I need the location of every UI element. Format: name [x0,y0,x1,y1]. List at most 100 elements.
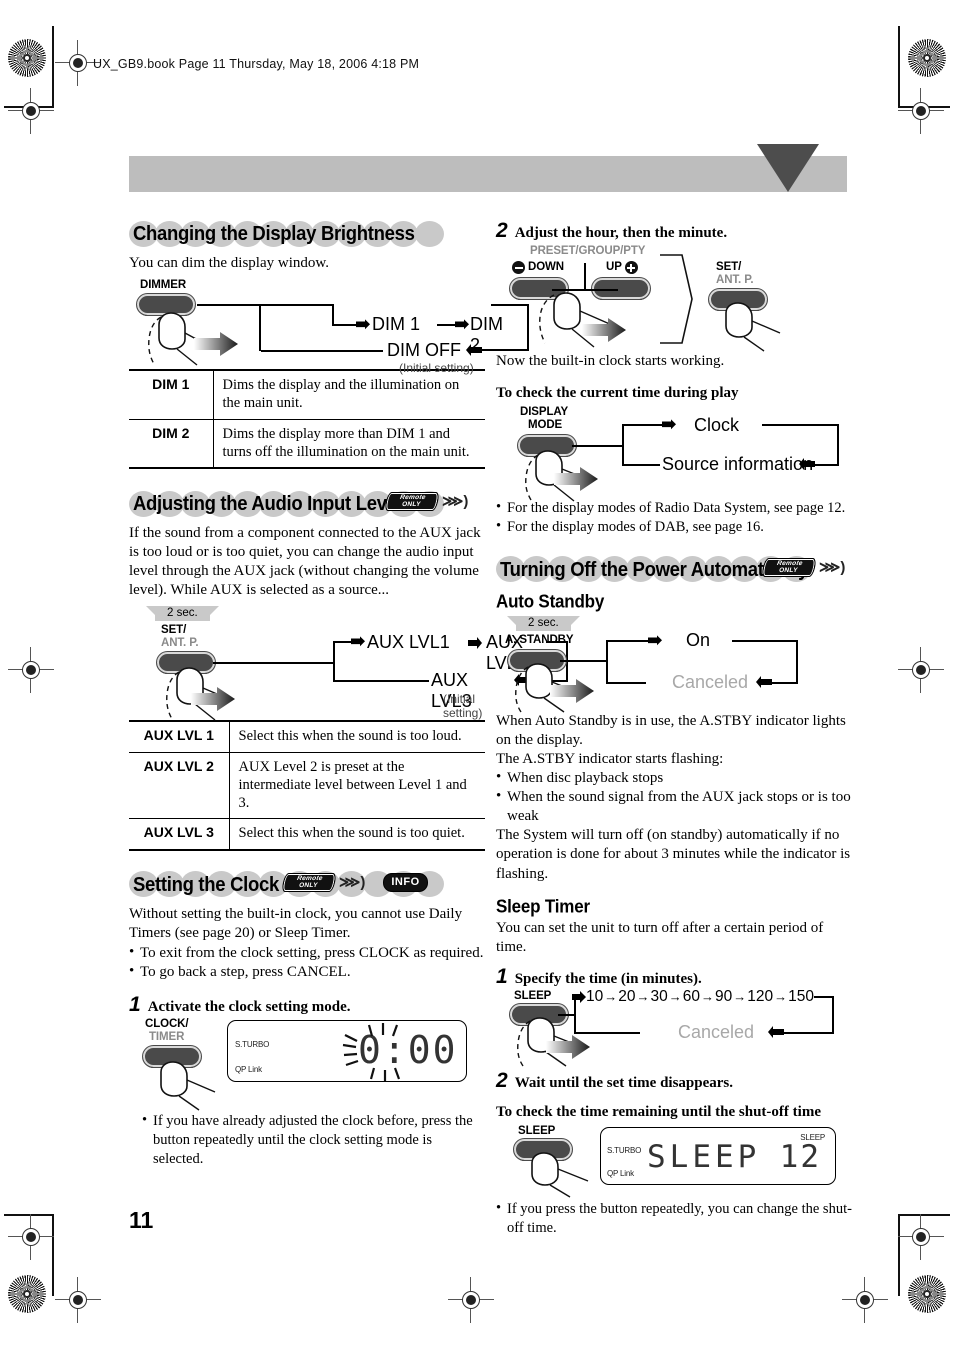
crop-mark-bottom-right-h [898,1214,950,1216]
bubble-decoration [415,220,444,247]
auto-standby-bullets: When disc playback stops When the sound … [496,768,856,827]
sequence-chevron-icon [660,254,693,344]
table-cell-value: Select this when the sound is too loud. [229,720,485,753]
flow-line [796,639,798,684]
flow-line [213,662,335,665]
display-mode-label-line1: DISPLAY [520,406,569,419]
up-label-group: UP [606,261,638,274]
section-heading-changing-display-brightness: Changing the Display Brightness [129,220,485,247]
table-cell-key: DIM 1 [129,369,214,420]
table-row: AUX LVL 1 Select this when the sound is … [129,720,485,753]
initial-setting-note: (Initial setting) [443,692,483,721]
crop-mark-top-right [898,26,900,108]
sleep-check-diagram: SLEEP S.TURBO QP Link SLEEP SLEEP 12 [496,1124,856,1198]
sleep-timer-intro: You can set the unit to turn off after a… [496,919,824,955]
check-shutoff-heading: To check the time remaining until the sh… [496,1103,821,1120]
arrow-up-right-icon [572,990,586,1003]
registration-target-bottom-center [448,1277,494,1323]
flow-state-clock: Clock [694,415,740,436]
heading-badges: Remote ONLY ⋙) [383,492,469,512]
sleep-value: 20 [618,987,636,1005]
flow-line [606,639,652,642]
flow-state-aux-lvl1: AUX LVL1 [367,632,450,653]
step-text: Adjust the hour, then the minute. [514,225,728,241]
section-title: Changing the Display Brightness [133,221,415,245]
flow-line [814,995,834,998]
plus-icon [624,261,638,274]
heading-badges: Remote ONLY ⋙) [760,557,845,577]
motion-arrow-icon [550,678,594,703]
page-banner [129,156,847,192]
section-heading-turning-off-power: Turning Off the Power Automatically Remo… [496,556,856,583]
clock-timer-diagram: CLOCK/ TIMER S.TURBO QP Link 0:00 [129,1018,485,1111]
registration-target-right-middle [898,647,944,693]
arrow-right-icon [356,319,370,330]
manual-page: UX_GB9.book Page 11 Thursday, May 18, 20… [0,0,954,1351]
sleep-value: 90 [715,987,733,1005]
flow-line [333,641,335,665]
display-indicator-qplink: QP Link [607,1168,634,1178]
step-2-clock: 2 Adjust the hour, then the minute. [496,220,856,242]
section-intro: If the sound from a component connected … [129,525,481,599]
sleep-readout-value: 12 [779,1138,821,1175]
flow-line [572,445,624,448]
arrow-left-icon [466,344,482,357]
flow-state-canceled: Canceled [672,671,749,692]
flow-line [197,304,334,307]
aux-level-diagram: 2 sec. SET/ ANT. P. AUX LVL1 AUX LVL2 AU… [129,606,568,721]
registration-starburst-bottom-right [908,1275,946,1313]
flow-line [332,304,334,327]
set-button-label-line2: ANT. P. [716,274,754,286]
sleep-button-label: SLEEP [514,989,552,1002]
set-button-label-line1: SET/ [161,624,187,637]
registration-target-left-middle [8,647,54,693]
finger-press-icon [725,302,781,352]
step-1-clock: 1 Activate the clock setting mode. [129,994,485,1016]
sleep-display-panel: S.TURBO QP Link SLEEP SLEEP 12 [600,1126,836,1185]
registration-target-right-upper [898,88,944,134]
display-indicator-sturbo: S.TURBO [607,1145,642,1155]
heading-badges: Remote ONLY ⋙) INFO [280,872,428,892]
registration-starburst-bottom-left [8,1275,46,1313]
flow-line [606,639,608,684]
table-cell-value: Dims the display more than DIM 1 and tur… [213,418,485,470]
remote-badge-line2: ONLY [778,566,799,574]
table-cell-key: AUX LVL 3 [129,818,230,851]
section-heading-adjusting-audio-input-level: Adjusting the Audio Input Level Remote O… [129,490,485,517]
remote-only-badge: Remote ONLY [280,872,338,892]
display-indicator-sturbo: S.TURBO [235,1040,270,1050]
crop-mark-bottom-left [52,1214,54,1296]
registration-target-bottom-left [55,1277,101,1323]
minus-icon [512,261,525,274]
down-button-label: DOWN [528,261,565,274]
flow-line [732,639,798,642]
sleep-value: 150 [788,987,814,1005]
clock-button-label-line2: TIMER [149,1031,185,1044]
table-cell-value: Select this when the sound is too quiet. [229,818,485,851]
remote-wave-icon: ⋙) [442,493,469,511]
remote-wave-icon: ⋙) [339,873,366,891]
step-1-sleep: 1 Specify the time (in minutes). [496,966,856,988]
flow-state-on: On [686,629,711,650]
auto-standby-diagram: 2 sec. A. STANDBY On Canceled [496,615,856,713]
motion-arrow-icon [582,318,626,342]
flow-line [574,1031,640,1034]
list-item: If you have already adjusted the clock b… [142,1111,485,1169]
registration-target-bottom-right [842,1277,888,1323]
a-standby-button-label: A. STANDBY [505,633,574,646]
table-row: AUX LVL 3 Select this when the sound is … [129,818,485,851]
registration-starburst-top-right [908,39,946,77]
auto-standby-heading: Auto Standby [496,590,605,612]
crop-mark-bottom-left-h [4,1214,54,1216]
set-button-label-line1: SET/ [716,261,742,273]
hour-minute-adjust-diagram: PRESET/GROUP/PTY DOWN UP SET/ ANT. P. [496,245,856,352]
check-time-heading: To check the current time during play [496,385,739,402]
step-number: 1 [129,993,141,1017]
flow-line [782,1031,834,1034]
registration-target-top-left [55,40,101,86]
step2-after-text: Now the built-in clock starts working. [496,353,725,369]
sleep-value: 60 [682,987,700,1005]
crop-mark-top-left [52,26,54,108]
down-label-group: DOWN [512,261,564,274]
sleep-button-label: SLEEP [518,1124,556,1137]
